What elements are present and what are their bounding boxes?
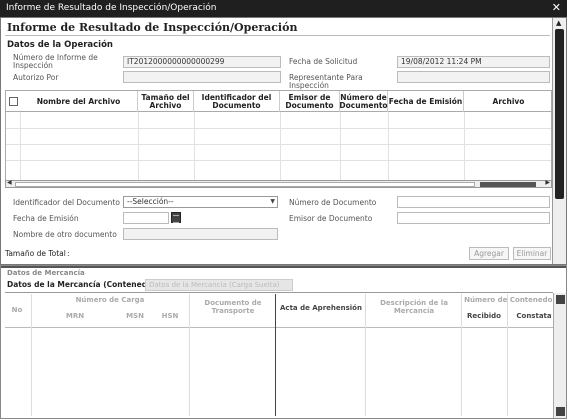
numero-documento-input[interactable] xyxy=(397,196,550,208)
col-archivo: Archivo xyxy=(492,96,525,106)
col-constata: Constata xyxy=(516,312,552,320)
fecha-solicitud-label: Fecha de Solicitud xyxy=(289,57,358,66)
col-fecha-emision: Fecha de Emisión xyxy=(388,91,464,112)
col-divider xyxy=(138,112,139,187)
mercancia-table-header: No Número de Carga MRN MSN HSN Documento… xyxy=(5,294,556,328)
col-documento-transporte: Documento de Transporte xyxy=(204,299,262,315)
col-numero-documento: Número de Documento xyxy=(339,91,388,112)
col-nombre-archivo: Nombre del Archivo xyxy=(20,91,138,112)
otro-documento-label: Nombre de otro documento xyxy=(13,230,117,239)
col-acta-aprehension: Acta de Aprehensión xyxy=(280,304,362,312)
dialog-title: Informe de Resultado de Inspección/Opera… xyxy=(7,21,298,34)
scroll-down-icon[interactable] xyxy=(556,407,565,416)
tamano-total-sep: : xyxy=(67,249,70,258)
identificador-select[interactable]: --Selección-- ▼ xyxy=(123,196,278,208)
background-vertical-scrollbar[interactable] xyxy=(553,293,566,418)
col-divider xyxy=(340,112,341,187)
col-no: No xyxy=(11,306,23,314)
numero-informe-label: Número de Informe de Inspección xyxy=(13,53,98,70)
agregar-button[interactable]: Agregar xyxy=(469,247,509,260)
vertical-scrollbar[interactable]: ▲ xyxy=(552,18,566,264)
background-page: Datos de Mercancía Datos de la Mercancía… xyxy=(0,265,567,419)
tab-carga-suelta[interactable]: Datos de la Mercancía (Carga Suelta) xyxy=(145,279,293,291)
col-descripcion-mercancia: Descripción de la Mercancía xyxy=(380,299,448,315)
tab-contenedor[interactable]: Datos de la Mercancía (Contenedor) xyxy=(7,280,159,289)
row-autorizo: Autorizo Por Representante Para Inspecci… xyxy=(5,71,550,90)
window-titlebar: Informe de Resultado de Inspección/Opera… xyxy=(0,0,567,17)
scroll-thumb[interactable] xyxy=(480,182,536,187)
identificador-selected: --Selección-- xyxy=(127,197,174,206)
col-tamano-archivo: Tamaño del Archivo xyxy=(138,91,194,112)
col-emisor-documento: Emisor de Documento xyxy=(280,91,340,112)
divider xyxy=(1,266,566,268)
calendar-icon[interactable] xyxy=(171,212,181,223)
select-all-checkbox[interactable] xyxy=(9,97,18,106)
numero-informe-field[interactable]: IT2012000000000000299 xyxy=(123,56,281,68)
col-numero-contenedor: Número de Contenedor xyxy=(464,296,556,304)
mercancia-heading: Datos de Mercancía xyxy=(7,269,85,277)
window-title: Informe de Resultado de Inspección/Opera… xyxy=(6,3,217,13)
representante-label: Representante Para Inspección xyxy=(289,73,363,90)
col-msn: MSN xyxy=(126,312,144,320)
col-divider xyxy=(31,294,32,416)
inspection-report-dialog: Informe de Resultado de Inspección/Opera… xyxy=(0,17,567,265)
fecha-emision-input[interactable] xyxy=(123,212,169,224)
representante-field[interactable] xyxy=(397,71,550,83)
horizontal-scrollbar[interactable]: ◀ ▶ xyxy=(5,179,552,188)
eliminar-button[interactable]: Eliminar xyxy=(513,247,551,260)
scroll-up-icon[interactable] xyxy=(556,295,565,304)
table-row xyxy=(6,128,551,129)
scroll-left-icon[interactable]: ◀ xyxy=(7,179,12,186)
col-divider xyxy=(189,294,190,416)
col-divider xyxy=(20,112,21,187)
autorizo-label: Autorizo Por xyxy=(13,73,59,82)
title-divider xyxy=(5,35,550,36)
fecha-solicitud-field[interactable]: 19/08/2012 11:24 PM xyxy=(397,56,550,68)
autorizo-field[interactable] xyxy=(123,71,281,83)
table-row xyxy=(6,144,551,145)
scroll-right-icon[interactable]: ▶ xyxy=(545,179,550,186)
col-identificador-documento: Identificador del Documento xyxy=(194,91,280,112)
scroll-thumb[interactable] xyxy=(555,29,564,199)
row-informe: Número de Informe de Inspección IT201200… xyxy=(5,54,550,70)
emisor-documento-label: Emisor de Documento xyxy=(289,214,373,223)
table-row xyxy=(6,160,551,161)
col-divider xyxy=(461,294,462,416)
col-recibido: Recibido xyxy=(467,312,501,320)
col-hsn: HSN xyxy=(161,312,179,320)
numero-documento-label: Número de Documento xyxy=(289,198,377,207)
files-table: Nombre del Archivo Tamaño del Archivo Id… xyxy=(5,90,552,188)
chevron-down-icon: ▼ xyxy=(270,198,275,205)
fecha-emision-label: Fecha de Emisión xyxy=(13,214,79,223)
section-heading-operacion: Datos de la Operación xyxy=(7,40,113,50)
col-divider xyxy=(280,112,281,187)
col-numero-carga: Número de Carga xyxy=(75,296,145,304)
tab-underline xyxy=(5,292,553,293)
col-divider xyxy=(365,294,366,416)
emisor-documento-input[interactable] xyxy=(397,212,550,224)
files-table-header: Nombre del Archivo Tamaño del Archivo Id… xyxy=(6,91,551,112)
col-divider xyxy=(507,294,508,416)
col-mrn: MRN xyxy=(65,312,85,320)
scroll-track[interactable] xyxy=(15,182,475,187)
col-divider xyxy=(388,112,389,187)
col-divider xyxy=(464,112,465,187)
col-divider xyxy=(275,294,276,416)
identificador-label: Identificador del Documento xyxy=(13,198,120,207)
tamano-total-label: Tamaño de Total xyxy=(5,249,66,258)
col-divider xyxy=(194,112,195,187)
scroll-up-icon[interactable]: ▲ xyxy=(556,19,561,27)
close-icon[interactable]: ✕ xyxy=(552,1,561,14)
otro-documento-input[interactable] xyxy=(123,228,278,240)
